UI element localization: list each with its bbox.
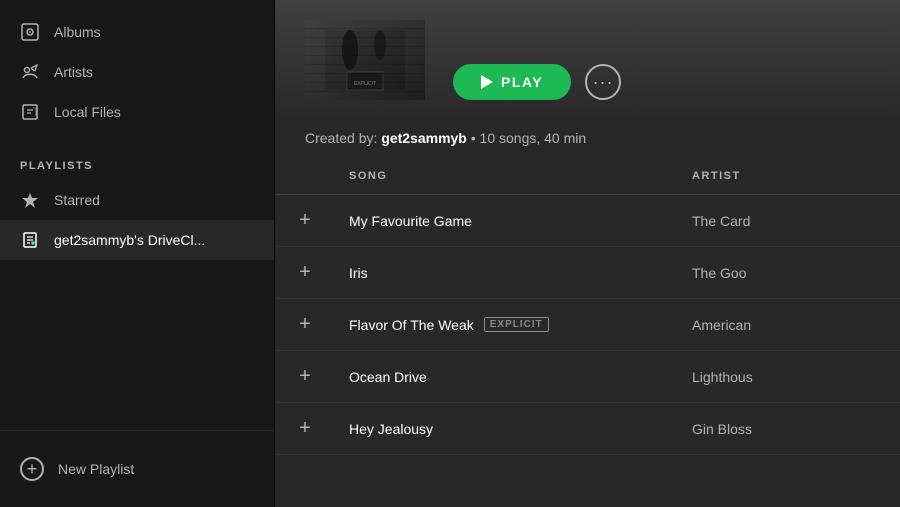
song-info-3: Ocean Drive xyxy=(341,369,684,385)
add-song-button-2[interactable]: + xyxy=(291,311,319,339)
add-song-button-4[interactable]: + xyxy=(291,415,319,443)
local-files-icon xyxy=(20,102,40,122)
album-icon xyxy=(20,22,40,42)
col-empty xyxy=(291,166,341,186)
add-song-button-1[interactable]: + xyxy=(291,259,319,287)
table-row: + Ocean Drive Lighthous xyxy=(275,351,900,403)
col-artist-header: ARTIST xyxy=(684,166,884,186)
more-button[interactable]: ··· xyxy=(585,64,621,100)
song-name-4: Hey Jealousy xyxy=(349,421,433,437)
meta-author: get2sammyb xyxy=(381,130,467,146)
table-row: + My Favourite Game The Card xyxy=(275,195,900,247)
explicit-badge-2: EXPLICIT xyxy=(484,317,549,332)
sidebar-nav: Albums Artists Local Files xyxy=(0,0,274,144)
song-info-0: My Favourite Game xyxy=(341,213,684,229)
album-art-image: EXPLICIT xyxy=(305,20,425,100)
play-icon xyxy=(481,75,493,89)
circle-plus-icon: + xyxy=(20,457,44,481)
sidebar-bottom: + New Playlist xyxy=(0,430,274,507)
star-icon xyxy=(20,190,40,210)
sidebar-item-albums[interactable]: Albums xyxy=(0,12,274,52)
sidebar-item-starred-label: Starred xyxy=(54,192,100,208)
note-icon xyxy=(20,230,40,250)
album-art: EXPLICIT xyxy=(305,20,425,100)
col-song-header: SONG xyxy=(341,166,684,186)
playlist-header: EXPLICIT PLAY ··· xyxy=(275,0,900,120)
sidebar: Albums Artists Local Files xyxy=(0,0,275,507)
meta-sep: • xyxy=(467,130,480,146)
meta-text: Created by: xyxy=(305,130,381,146)
artist-name-1: The Goo xyxy=(684,265,884,281)
sidebar-item-starred[interactable]: Starred xyxy=(0,180,274,220)
sidebar-item-artists-label: Artists xyxy=(54,64,93,80)
play-label: PLAY xyxy=(501,74,543,90)
song-info-2: Flavor Of The Weak EXPLICIT xyxy=(341,317,684,333)
song-name-2: Flavor Of The Weak xyxy=(349,317,474,333)
song-name-3: Ocean Drive xyxy=(349,369,427,385)
sidebar-item-drive-cl[interactable]: get2sammyb's DriveCl... xyxy=(0,220,274,260)
table-row: + Flavor Of The Weak EXPLICIT American xyxy=(275,299,900,351)
play-button[interactable]: PLAY xyxy=(453,64,571,100)
meta-info: 10 songs, 40 min xyxy=(480,130,587,146)
sidebar-item-drive-cl-label: get2sammyb's DriveCl... xyxy=(54,232,205,248)
add-song-button-3[interactable]: + xyxy=(291,363,319,391)
artist-icon xyxy=(20,62,40,82)
artist-name-4: Gin Bloss xyxy=(684,421,884,437)
header-controls: PLAY ··· xyxy=(453,64,621,100)
main-content: EXPLICIT PLAY ··· Created by: get2sammyb… xyxy=(275,0,900,507)
new-playlist-button[interactable]: + New Playlist xyxy=(0,447,274,491)
song-table: SONG ARTIST + My Favourite Game The Card… xyxy=(275,158,900,507)
sidebar-item-albums-label: Albums xyxy=(54,24,101,40)
table-row: + Iris The Goo xyxy=(275,247,900,299)
song-name-1: Iris xyxy=(349,265,368,281)
table-row: + Hey Jealousy Gin Bloss xyxy=(275,403,900,455)
sidebar-item-artists[interactable]: Artists xyxy=(0,52,274,92)
more-icon: ··· xyxy=(593,72,614,93)
artist-name-0: The Card xyxy=(684,213,884,229)
song-name-0: My Favourite Game xyxy=(349,213,472,229)
playlist-meta: Created by: get2sammyb • 10 songs, 40 mi… xyxy=(275,120,900,158)
sidebar-item-local-files-label: Local Files xyxy=(54,104,121,120)
song-info-4: Hey Jealousy xyxy=(341,421,684,437)
sidebar-item-local-files[interactable]: Local Files xyxy=(0,92,274,132)
new-playlist-label: New Playlist xyxy=(58,461,134,477)
add-song-button-0[interactable]: + xyxy=(291,207,319,235)
playlists-section-title: PLAYLISTS xyxy=(0,144,274,180)
svg-text:EXPLICIT: EXPLICIT xyxy=(354,81,376,87)
artist-name-2: American xyxy=(684,317,884,333)
table-header: SONG ARTIST xyxy=(275,158,900,195)
artist-name-3: Lighthous xyxy=(684,369,884,385)
song-info-1: Iris xyxy=(341,265,684,281)
